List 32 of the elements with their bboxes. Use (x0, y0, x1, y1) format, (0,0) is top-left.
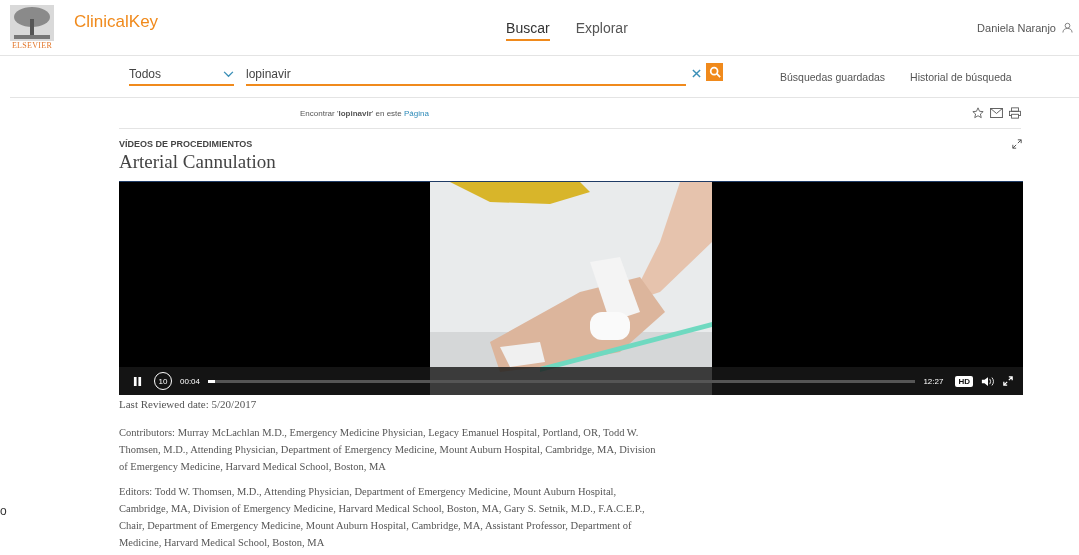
volume-icon[interactable] (981, 375, 995, 387)
credits-paragraph: Editors: Todd W. Thomsen, M.D., Attending Physician, Department of Emergency Medicine, Mount Auburn Hospital, Cambridge, MA, Division of Emergency Medicine, Harvard Medical School, Boston, MA, Gary S. Setnik, M.D., F.A.C.E.P., Chair, Department of Emergency Medicine, Mount Auburn Hospital, Cambridge, MA, Assistant Professor, Department of Medicine, Harvard Medical School, Boston, MA (119, 485, 646, 550)
user-name[interactable]: Daniela Naranjo (977, 21, 1056, 34)
elapsed-time: 00:04 (180, 376, 201, 386)
chevron-down-icon (223, 70, 234, 78)
pause-icon[interactable] (133, 375, 142, 387)
star-icon[interactable] (972, 107, 984, 119)
search-field[interactable]: lopinavir (246, 67, 686, 86)
video-player[interactable]: 10 00:04 12:27 HD (119, 181, 1023, 395)
mail-icon[interactable] (990, 108, 1003, 118)
publisher-name: ELSEVIER (11, 41, 53, 50)
fullscreen-icon[interactable] (1003, 376, 1013, 386)
quality-badge[interactable]: HD (955, 375, 973, 387)
review-date: Last Reviewed date: 5/20/2017 (119, 398, 258, 410)
scope-dropdown[interactable]: Todos (129, 67, 234, 86)
find-in-page-text: Encontrar 'lopinavir' en este Página (300, 108, 429, 118)
stray-letter: o (0, 504, 7, 518)
expand-icon[interactable] (1012, 139, 1022, 149)
progress-track[interactable] (208, 379, 916, 383)
tree-logo-icon (10, 5, 54, 41)
article-title: Arterial Cannulation (119, 151, 277, 173)
credits-paragraph: Contributors: Murray McLachlan M.D., Emergency Medicine Physician, Legacy Emanuel Hospital, Portland, OR, Todd W. Thomsen, M.D., Attending Physician, Department of Emergency Medicine, Mount Auburn Hospital, Cambridge, MA, Division of Emergency Medicine, Harvard Medical School, Boston, MA (119, 426, 657, 474)
category-label: VÍDEOS DE PROCEDIMIENTOS (119, 139, 253, 149)
print-icon[interactable] (1009, 107, 1021, 119)
user-icon[interactable] (1062, 22, 1073, 33)
page-link[interactable]: Página (404, 108, 429, 118)
search-link[interactable]: Búsquedas guardadas (780, 70, 886, 83)
nav-tab[interactable]: Explorar (575, 20, 628, 41)
duration-time: 12:27 (923, 376, 944, 386)
clear-icon[interactable] (692, 69, 701, 78)
search-link[interactable]: Historial de búsqueda (910, 70, 1012, 83)
nav-tab[interactable]: Buscar (506, 20, 550, 41)
